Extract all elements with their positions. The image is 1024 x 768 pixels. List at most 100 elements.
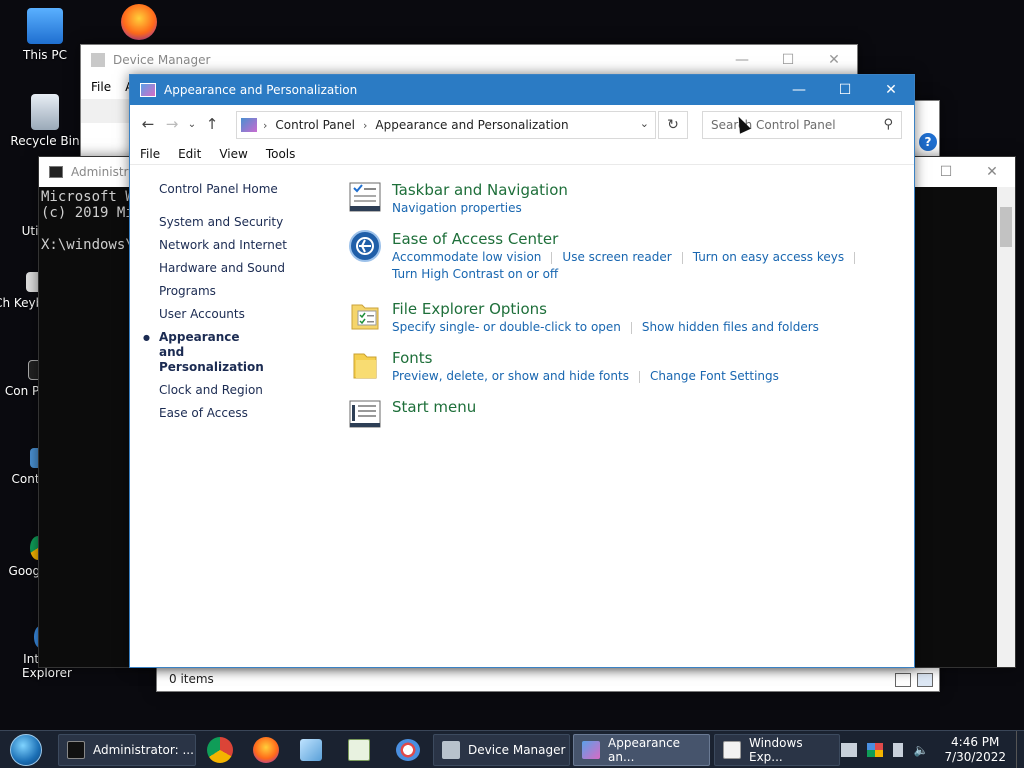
usb-icon[interactable] [893,743,904,757]
menu-file[interactable]: File [91,80,111,94]
breadcrumb-separator-icon[interactable]: › [363,119,367,132]
category-title[interactable]: Fonts [392,348,908,368]
task-manager-icon[interactable] [348,739,370,761]
minimize-icon[interactable]: — [719,45,765,75]
maximize-icon[interactable]: ☐ [822,75,868,105]
nav-network-and-internet[interactable]: Network and Internet [159,238,339,253]
status-bar: 0 items [157,667,939,691]
back-arrow-icon[interactable]: ← [136,112,160,136]
search-input[interactable]: Search Control Panel ⚲ [702,111,902,139]
control-panel-titlebar[interactable]: Appearance and Personalization — ☐ ✕ [130,75,914,105]
taskbar-item-label: Appearance an... [608,736,681,764]
folder-options-icon [351,304,379,330]
breadcrumb-appearance[interactable]: Appearance and Personalization [375,118,568,132]
link-divider [681,251,683,264]
large-icons-view-icon[interactable] [917,673,933,687]
category-title[interactable]: File Explorer Options [392,299,908,319]
clock-time: 4:46 PM [951,735,1000,749]
help-icon[interactable]: ? [919,133,937,151]
chrome-icon[interactable] [207,737,233,763]
menu-view[interactable]: View [219,147,247,161]
category-taskbar-and-navigation: Taskbar and Navigation Navigation proper… [348,180,908,217]
task-link[interactable]: Show hidden files and folders [642,320,819,334]
taskbar-item-appearance[interactable]: Appearance an... [573,734,710,766]
device-manager-icon [442,741,460,759]
paint-icon[interactable] [396,739,420,761]
maximize-icon[interactable]: ☐ [923,157,969,187]
close-icon[interactable]: ✕ [868,75,914,105]
system-tray: 🔈 4:46 PM 7/30/2022 [836,731,1024,768]
taskbar-item-windows-explorer[interactable]: Windows Exp... [714,734,840,766]
desktop-icon-recycle-bin[interactable]: Recycle Bin [5,94,85,148]
forward-arrow-icon[interactable]: → [160,112,184,136]
nav-control-panel-home[interactable]: Control Panel Home [159,182,339,197]
display-icon[interactable] [867,743,884,757]
start-button[interactable] [6,733,46,767]
close-icon[interactable]: ✕ [969,157,1015,187]
nav-programs[interactable]: Programs [159,284,339,299]
nav-hardware-and-sound[interactable]: Hardware and Sound [159,261,339,276]
search-placeholder: Search Control Panel [711,118,836,132]
recent-locations-chevron-icon[interactable]: ⌄ [184,112,200,136]
scrollbar-thumb[interactable] [1000,207,1012,247]
task-link[interactable]: Use screen reader [562,250,671,264]
task-link[interactable]: Change Font Settings [650,369,779,383]
show-desktop-button[interactable] [1016,731,1024,768]
menu-file[interactable]: File [140,147,160,161]
close-icon[interactable]: ✕ [811,45,857,75]
details-view-icon[interactable] [895,673,911,687]
task-link[interactable]: Turn High Contrast on or off [392,267,558,281]
start-menu-icon [349,400,381,428]
control-panel-content: Control Panel Home System and Security N… [130,166,914,667]
desktop-icon-this-pc[interactable]: This PC [5,8,85,62]
device-manager-titlebar[interactable]: Device Manager — ☐ ✕ [81,45,857,75]
console-scrollbar[interactable] [997,187,1015,667]
personalization-icon [582,741,600,759]
volume-muted-icon[interactable]: 🔈 [913,743,931,757]
console-app-icon [49,166,63,178]
category-list: Taskbar and Navigation Navigation proper… [348,180,908,429]
category-fonts: Fonts Preview, delete, or show and hide … [348,348,908,385]
computer-icon [27,8,63,44]
address-bar[interactable]: › Control Panel › Appearance and Persona… [236,111,656,139]
up-arrow-icon[interactable]: ↑ [200,112,224,136]
notepad-icon[interactable] [300,739,322,761]
menu-edit[interactable]: Edit [178,147,201,161]
nav-appearance-and-personalization: Appearance and Personalization [143,330,264,375]
taskbar-item-administrator[interactable]: Administrator: ... [58,734,196,766]
nav-clock-and-region[interactable]: Clock and Region [159,383,339,398]
desktop-icon-firefox[interactable] [99,4,179,44]
nav-ease-of-access[interactable]: Ease of Access [159,406,339,421]
maximize-icon[interactable]: ☐ [765,45,811,75]
link-divider [638,370,640,383]
control-panel-location-icon [241,118,257,132]
breadcrumb-separator-icon[interactable]: › [263,119,267,132]
nav-system-and-security[interactable]: System and Security [159,215,339,230]
nav-user-accounts[interactable]: User Accounts [159,307,339,322]
category-title[interactable]: Taskbar and Navigation [392,180,908,200]
taskbar-item-device-manager[interactable]: Device Manager [433,734,570,766]
desktop-icon-label: Uti [21,224,39,238]
category-title[interactable]: Ease of Access Center [392,229,908,249]
task-link[interactable]: Preview, delete, or show and hide fonts [392,369,629,383]
breadcrumb-control-panel[interactable]: Control Panel [275,118,355,132]
document-icon [723,741,741,759]
control-panel-window[interactable]: Appearance and Personalization — ☐ ✕ ← →… [129,74,915,668]
task-link[interactable]: Navigation properties [392,201,522,215]
task-link[interactable]: Accommodate low vision [392,250,541,264]
firefox-icon [121,4,157,40]
minimize-icon[interactable]: — [776,75,822,105]
window-title: Device Manager [113,53,211,67]
search-icon[interactable]: ⚲ [883,117,893,132]
link-divider [630,321,632,334]
clock[interactable]: 4:46 PM 7/30/2022 [944,735,1006,765]
address-dropdown-icon[interactable]: ⌄ [640,117,649,130]
firefox-icon[interactable] [253,737,279,763]
windows-logo-icon [10,734,42,766]
task-link[interactable]: Turn on easy access keys [693,250,844,264]
menu-tools[interactable]: Tools [266,147,296,161]
category-title[interactable]: Start menu [392,397,908,417]
task-link[interactable]: Specify single- or double-click to open [392,320,621,334]
refresh-icon[interactable]: ↻ [658,111,688,139]
network-icon[interactable] [841,743,858,757]
